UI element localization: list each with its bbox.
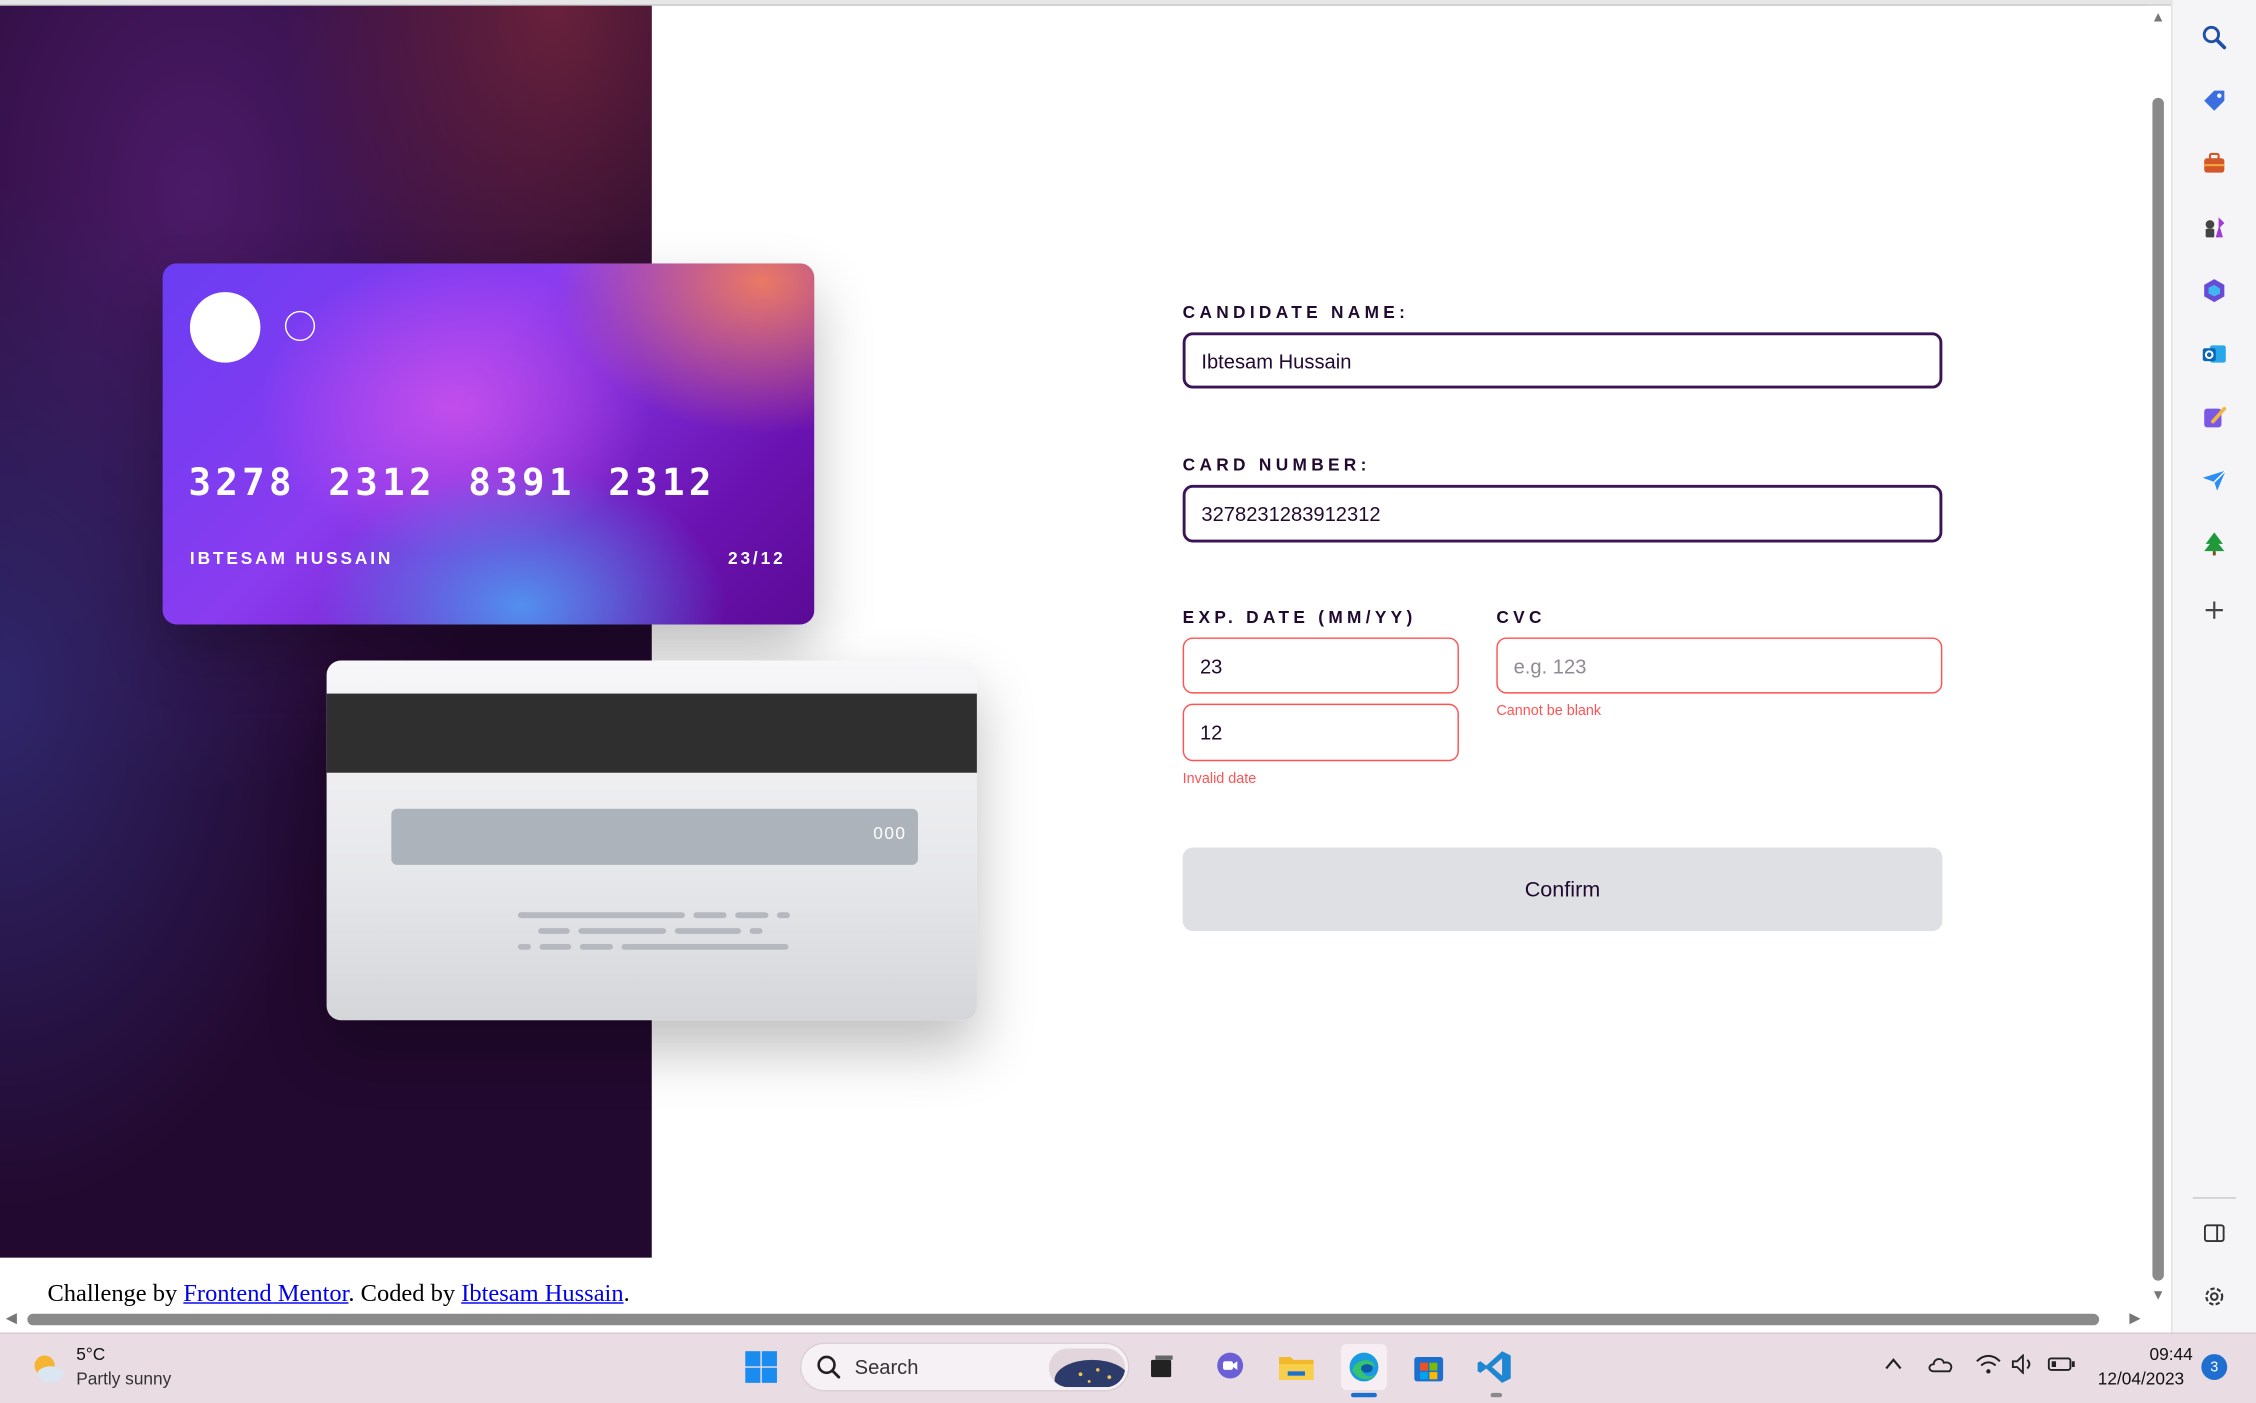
weather-description: Partly sunny [76, 1368, 172, 1389]
card-front-preview: 3278 2312 8391 2312 IBTESAM HUSSAIN 23/1… [162, 263, 815, 625]
taskbar-clock-time[interactable]: 09:44 [2147, 1344, 2192, 1364]
frontend-mentor-link[interactable]: Frontend Mentor [183, 1279, 348, 1306]
exp-month-input[interactable]: 23 [1182, 637, 1459, 694]
decorative-gradient-panel [0, 5, 652, 1258]
card-expiry-preview: 23/12 [727, 548, 786, 569]
running-app-indicator [1490, 1392, 1503, 1398]
attribution-suffix: . [623, 1279, 630, 1307]
magnetic-strip [326, 693, 977, 773]
card-back-decoration [621, 943, 789, 950]
office-icon[interactable] [2198, 275, 2230, 307]
card-back-decoration [517, 943, 531, 950]
notification-badge[interactable]: 3 [2201, 1354, 2228, 1380]
card-number-input[interactable]: 3278231283912312 [1182, 484, 1943, 543]
microsoft-store-icon[interactable] [1409, 1347, 1449, 1387]
scroll-down-arrow-icon[interactable]: ▼ [2151, 1289, 2165, 1303]
exp-year-input[interactable]: 12 [1182, 703, 1459, 762]
wifi-icon[interactable] [1975, 1354, 2001, 1378]
card-back-decoration [539, 943, 572, 950]
card-back-decoration [735, 912, 769, 919]
attribution-middle: . Coded by [348, 1279, 462, 1307]
vertical-scrollbar-thumb[interactable] [2152, 97, 2164, 1281]
tree-icon[interactable] [2198, 528, 2230, 560]
card-number-label: CARD NUMBER: [1182, 454, 1371, 475]
sidebar-divider [2192, 1197, 2236, 1199]
outlook-icon[interactable] [2198, 338, 2230, 370]
attribution-prefix: Challenge by [47, 1279, 184, 1307]
scroll-right-arrow-icon[interactable]: ▶ [2129, 1312, 2140, 1326]
browser-sidebar [2171, 0, 2256, 1333]
scroll-left-arrow-icon[interactable]: ◀ [6, 1312, 17, 1326]
cvc-input[interactable]: e.g. 123 [1496, 637, 1943, 694]
card-back-decoration [776, 912, 790, 919]
search-icon[interactable] [2198, 22, 2230, 54]
windows-start-icon[interactable] [741, 1347, 781, 1387]
send-icon[interactable] [2198, 465, 2230, 497]
card-back-preview: 000 [326, 660, 977, 1021]
exp-date-error: Invalid date [1182, 771, 1257, 788]
scroll-up-arrow-icon[interactable]: ▲ [2151, 11, 2165, 26]
chevron-up-icon[interactable] [1883, 1354, 1903, 1378]
volume-icon[interactable] [2010, 1353, 2036, 1378]
weather-temperature: 5°C [76, 1344, 106, 1365]
card-back-decoration [693, 912, 727, 919]
vscode-icon[interactable] [1475, 1347, 1515, 1387]
attribution-footer: Challenge by Frontend Mentor. Coded by I… [47, 1279, 629, 1308]
onedrive-cloud-icon[interactable] [1927, 1354, 1956, 1378]
weather-icon[interactable] [29, 1350, 66, 1387]
card-logo-circle-small [284, 310, 316, 342]
cvc-label: CVC [1496, 607, 1546, 628]
card-back-decoration [674, 928, 741, 934]
taskbar-search-icon [816, 1354, 842, 1380]
designer-icon[interactable] [2198, 401, 2230, 433]
card-back-decoration [579, 943, 613, 950]
card-back-decoration [517, 912, 685, 919]
edge-browser-icon[interactable] [1340, 1344, 1387, 1391]
file-explorer-icon[interactable] [1276, 1347, 1316, 1387]
author-link[interactable]: Ibtesam Hussain [461, 1279, 623, 1306]
card-back-decoration [578, 928, 667, 934]
battery-icon[interactable] [2047, 1354, 2076, 1378]
confirm-button[interactable]: Confirm [1182, 847, 1943, 932]
chess-icon[interactable] [2198, 212, 2230, 244]
cvc-error: Cannot be blank [1496, 703, 1602, 720]
briefcase-icon[interactable] [2198, 148, 2230, 180]
card-back-decoration [749, 928, 763, 934]
cardholder-name-input[interactable]: Ibtesam Hussain [1182, 332, 1943, 389]
add-icon[interactable] [2198, 594, 2230, 626]
settings-icon[interactable] [2198, 1281, 2230, 1313]
taskbar-clock-date[interactable]: 12/04/2023 [2098, 1368, 2184, 1388]
taskbar-search-label: Search [854, 1355, 919, 1379]
horizontal-scrollbar-thumb[interactable] [27, 1313, 2100, 1326]
split-screen-icon[interactable] [2198, 1217, 2230, 1249]
tag-icon[interactable] [2198, 85, 2230, 117]
teams-chat-icon[interactable] [1210, 1347, 1250, 1387]
active-app-indicator [1351, 1392, 1377, 1398]
search-highlight-icon [1048, 1348, 1126, 1388]
signature-strip [391, 808, 918, 865]
cardholder-name-label: CANDIDATE NAME: [1182, 302, 1410, 323]
card-logo-circle-large [189, 292, 261, 363]
card-number-preview: 3278 2312 8391 2312 [188, 461, 716, 506]
exp-date-label: EXP. DATE (MM/YY) [1182, 607, 1417, 628]
card-cvc-preview: 000 [873, 823, 907, 844]
task-view-icon[interactable] [1141, 1347, 1181, 1387]
card-holder-preview: IBTESAM HUSSAIN [189, 548, 394, 569]
card-back-decoration [538, 928, 570, 934]
